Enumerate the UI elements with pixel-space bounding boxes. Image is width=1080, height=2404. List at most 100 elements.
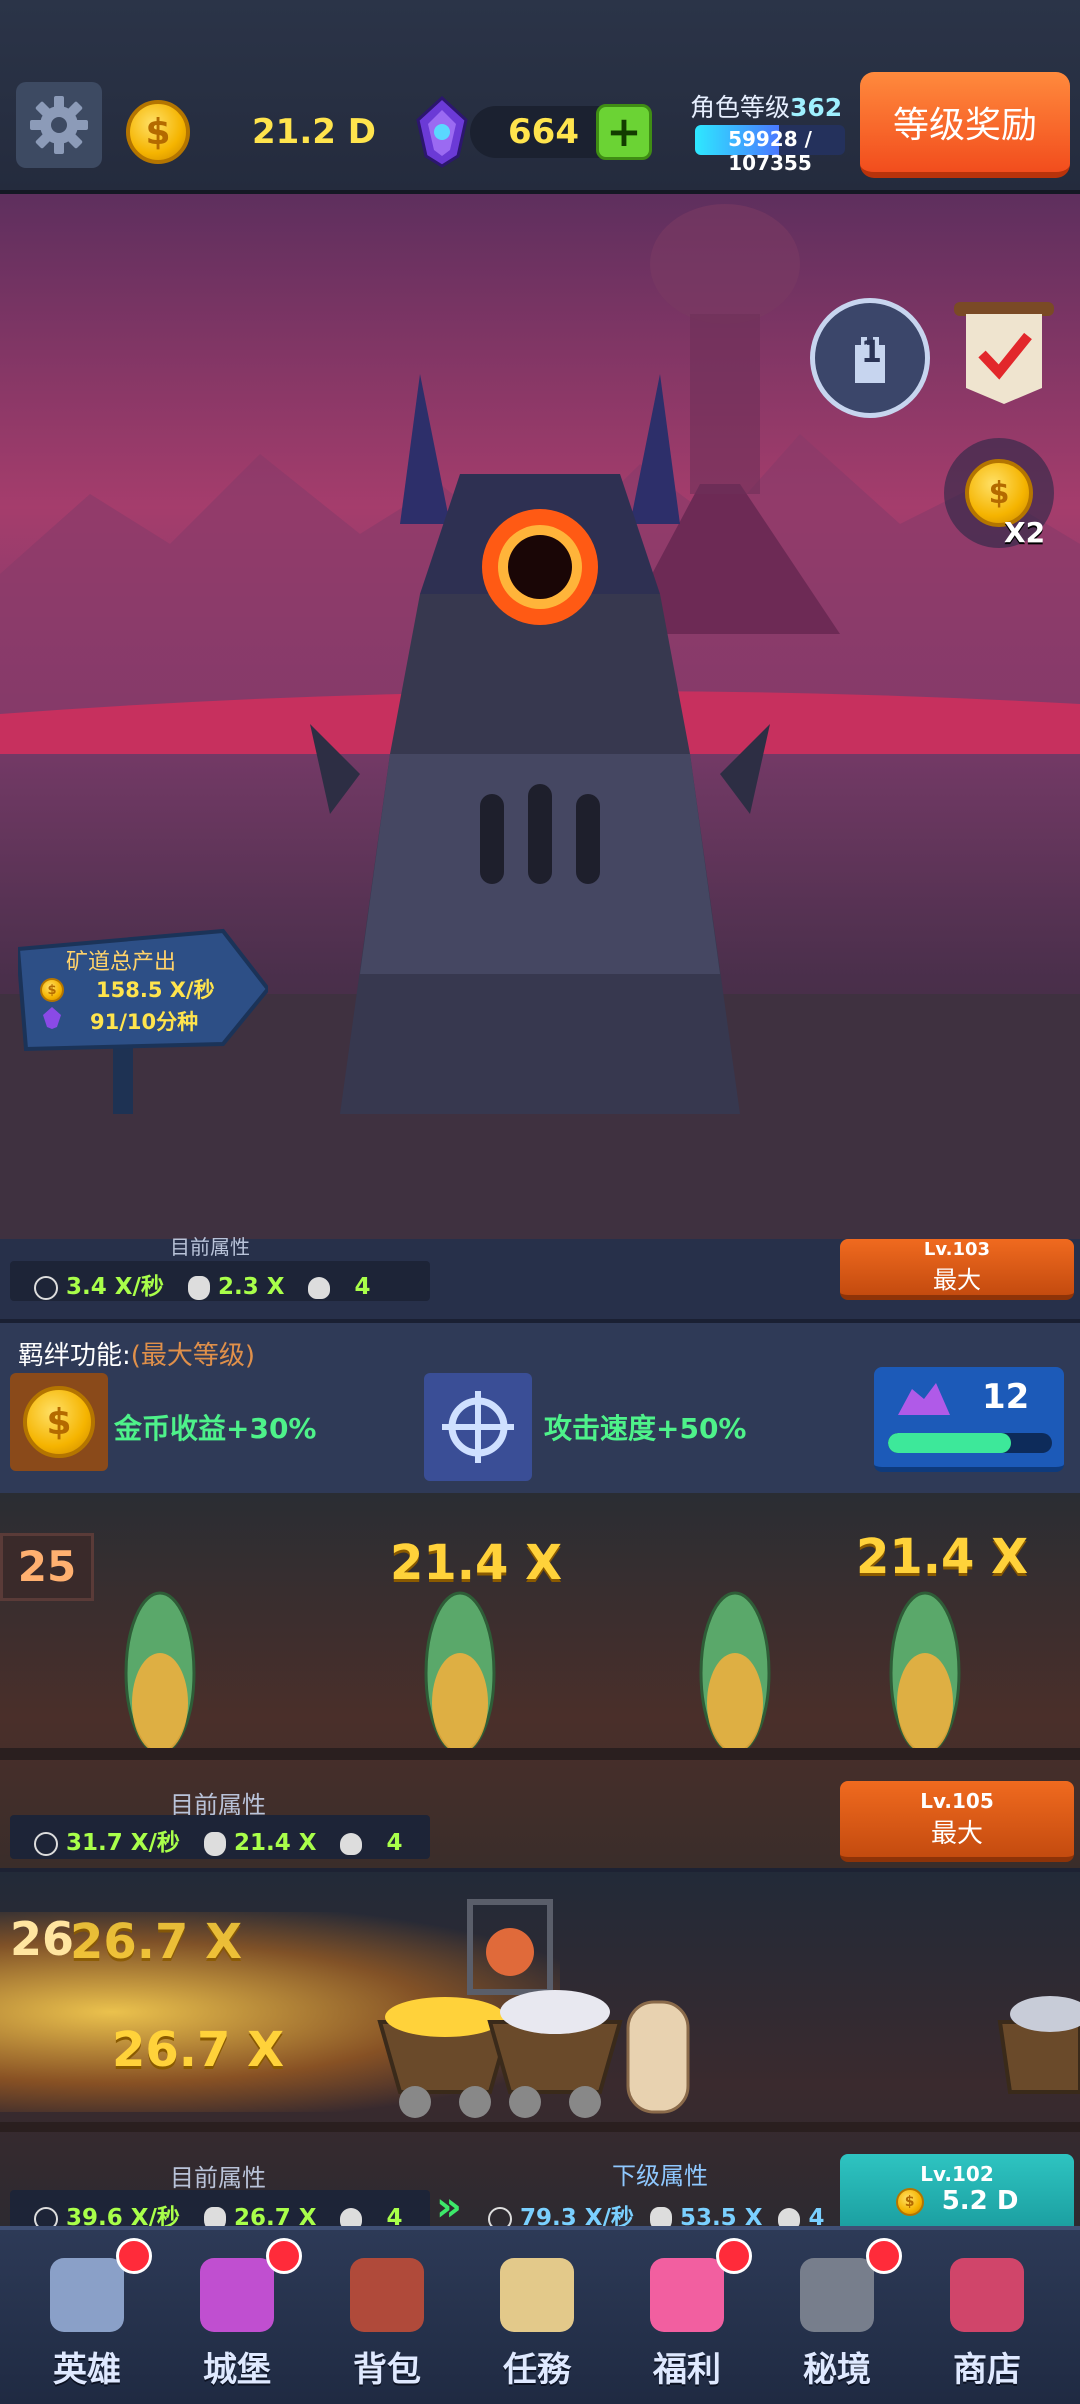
rate-value: 3.4 X/秒 [66,1274,164,1300]
bond-progress-card[interactable]: 12 [874,1367,1064,1472]
gold-amount: 21.2 D [252,112,376,152]
gold-bonus-text: 金币收益+30% [114,1412,317,1445]
shaft-level: Lv.103 [923,1239,991,1260]
coin-icon: $ [895,2187,924,2216]
rate-value: 31.7 X/秒 [66,1830,180,1856]
attack-bonus-text: 攻击速度+50% [544,1412,747,1445]
rate-icon [488,2206,512,2226]
carry-value: 2.3 X [217,1274,285,1300]
rate-icon [34,1275,58,1300]
rail-track [0,2122,1080,2132]
worker-count: 4 [386,2205,403,2226]
coin-icon: $ [40,978,64,1002]
nav-item-4[interactable]: 任務 [462,2230,612,2404]
minecart-scene [377,1899,1080,2118]
dark-tower [310,374,770,1114]
float-multiplier-1: 26.7 X [70,1914,243,1970]
bottom-nav: 英雄 城堡 背包 任務 福利 秘境 商店 [0,2226,1080,2404]
nav-label: 商店 [953,2350,1021,2390]
player-level: 角色等级362 [690,88,842,124]
upgrade-button-prev[interactable]: Lv.103 最大 [840,1239,1074,1300]
coin-bonus-icon: $ [23,1386,95,1458]
shop-stall-icon [950,2258,1024,2332]
next-rate-value: 79.3 X/秒 [520,2205,634,2226]
money-bag-icon [187,1275,210,1300]
gold-coin-icon: $ [126,100,190,164]
next-stats-label: 下级属性 [612,2162,708,2190]
backpack-icon [350,2258,424,2332]
skull-icon [308,1276,331,1299]
gem-pile-icon [898,1383,950,1415]
gold-bonus-tile: $ [10,1373,108,1471]
prize-wheel-icon [650,2258,724,2332]
bond-gem-count: 12 [982,1377,1030,1417]
shaft-previous: 目前属性 3.4 X/秒 2.3 X 4 Lv.103 最大 [0,1235,1080,1319]
bond-title: 羁绊功能:(最大等级) [18,1335,255,1372]
double-label: X2 [1004,516,1046,549]
next-stats-row: 79.3 X/秒 53.5 X 4 [488,2198,824,2226]
stats-row: 3.4 X/秒 2.3 X 4 [34,1267,371,1301]
gem-amount: 664 [508,112,579,152]
bond-progress-fill [888,1433,1011,1453]
bond-title-label: 羁绊功能: [18,1341,131,1371]
exp-text: 59928 / 107355 [728,127,812,175]
upgrade-button-25[interactable]: Lv.105 最大 [840,1781,1074,1862]
max-label: 最大 [933,1266,981,1294]
gold-rate: 158.5 X/秒 [96,978,215,1002]
money-bag-icon [203,1831,226,1856]
worker-count: 4 [354,1274,371,1300]
nav-label: 福利 [653,2350,721,2390]
rate-icon [34,2206,58,2226]
quest-scroll-icon [500,2258,574,2332]
money-bag-icon [203,2206,226,2226]
upgrade-cost: $ 5.2 D [840,2186,1074,2216]
shaft-number: 26 [10,1912,75,1966]
nav-label: 城堡 [203,2350,271,2390]
stats-row: 31.7 X/秒 21.4 X 4 [34,1823,403,1857]
money-bag-icon [649,2206,672,2226]
player-level-value: 362 [790,93,843,122]
shaft-level: Lv.105 [920,1789,994,1813]
notification-badge [266,2238,302,2274]
bond-max-text: (最大等级) [130,1341,256,1371]
shaft-25: 25 21.4 X 21.4 X 目前属性 31.7 X/秒 21.4 X 4 … [0,1493,1080,1868]
nav-item-1[interactable]: 英雄 [12,2230,162,2404]
tower-level-button[interactable]: 1 [810,298,930,418]
bond-progress-bar [888,1433,1052,1453]
notification-badge [116,2238,152,2274]
bond-panel: 羁绊功能:(最大等级) $ 金币收益+30% 攻击速度+50% 12 [0,1319,1080,1497]
quest-check-icon[interactable] [944,294,1064,414]
carry-value: 21.4 X [233,1830,317,1856]
shaft-number: 25 [0,1533,94,1601]
float-multiplier-2: 26.7 X [112,2022,285,2078]
mummy-workers [124,1591,961,1755]
nav-label: 秘境 [803,2350,871,2390]
rail-track [0,1748,1080,1760]
rate-icon [34,1831,58,1856]
player-level-label: 角色等级 [690,93,791,122]
upgrade-button-26[interactable]: Lv.102 $ 5.2 D [840,2154,1074,2226]
purple-gem-icon [416,96,468,168]
skull-icon [340,2207,363,2226]
add-gems-button[interactable]: + [596,104,652,160]
settings-button[interactable] [16,82,102,168]
top-bar: $ 21.2 D 664 + 角色等级362 59928 / 107355 等级… [0,0,1080,194]
tower-level-number: 1 [861,335,882,370]
attack-bonus-tile [424,1373,532,1481]
notification-badge [866,2238,902,2274]
nav-item-2[interactable]: 城堡 [162,2230,312,2404]
gem-rate: 91/10分种 [90,1010,199,1034]
current-stats-label: 目前属性 [170,2164,266,2192]
level-reward-button[interactable]: 等级奖励 [860,72,1070,178]
knight-helmet-icon [50,2258,124,2332]
nav-item-6[interactable]: 秘境 [762,2230,912,2404]
double-chevron-icon: » [436,2184,462,2226]
nav-item-5[interactable]: 福利 [612,2230,762,2404]
skull-icon [340,1832,363,1855]
nav-label: 背包 [353,2350,421,2390]
current-stats-label: 目前属性 [170,1235,250,1259]
gear-icon [30,96,88,154]
worker-count: 4 [386,1830,403,1856]
nav-item-3[interactable]: 背包 [312,2230,462,2404]
nav-item-7[interactable]: 商店 [912,2230,1062,2404]
